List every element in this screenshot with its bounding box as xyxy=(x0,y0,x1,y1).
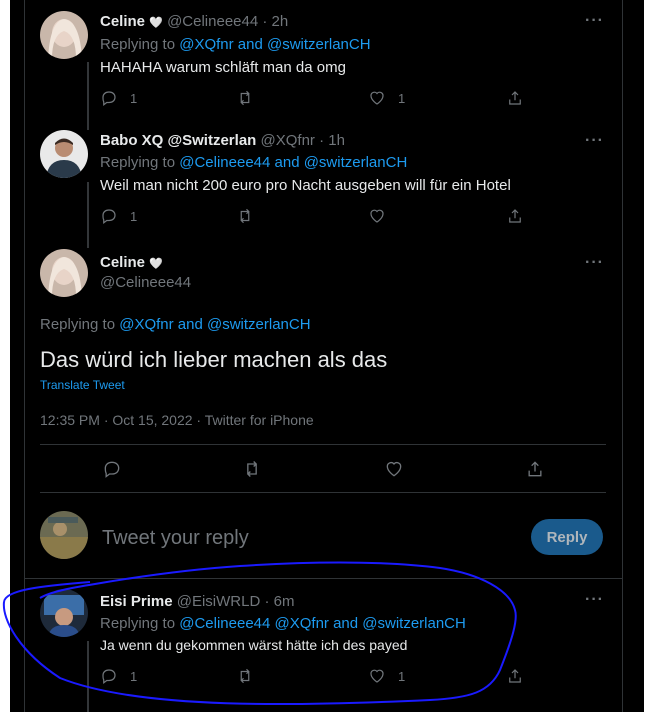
tweet-actions: 1 1 xyxy=(100,89,540,109)
thread-connector xyxy=(87,182,89,238)
tweet-babo-reply[interactable]: Babo XQ @Switzerlan @XQfnr · 1h ··· Repl… xyxy=(24,120,622,238)
divider xyxy=(40,444,606,445)
author-handle-time[interactable]: @Celineee44 · 2h xyxy=(167,13,288,30)
reply-icon xyxy=(104,461,120,478)
thread-connector xyxy=(87,120,89,130)
author-name[interactable]: Celine xyxy=(100,254,145,271)
tweet-text: HAHAHA warum schläft man da omg xyxy=(100,59,346,76)
more-icon[interactable]: ··· xyxy=(585,254,604,272)
main-tweet-text: Das würd ich lieber machen als das xyxy=(40,347,388,372)
reply-count: 1 xyxy=(130,90,138,106)
thread-connector xyxy=(87,62,89,120)
tweet-celine-reply[interactable]: Celine 🤍 @Celineee44 · 2h ··· Replying t… xyxy=(24,0,622,120)
share-icon xyxy=(509,91,521,105)
tweet-text: Weil man nicht 200 euro pro Nacht ausgeb… xyxy=(100,177,511,194)
replying-to-label: Replying to xyxy=(40,316,116,333)
more-icon[interactable]: ··· xyxy=(585,132,604,150)
retweet-action[interactable] xyxy=(236,89,254,107)
mention-links[interactable]: @Celineee44 and @switzerlanCH xyxy=(179,154,407,171)
author-handle[interactable]: @Celineee44 xyxy=(100,274,191,291)
reply-count: 1 xyxy=(130,208,138,224)
avatar[interactable] xyxy=(40,11,88,59)
column-border-right xyxy=(622,0,623,712)
mention-links[interactable]: @XQfnr and @switzerlanCH xyxy=(179,36,370,53)
replying-to-label: Replying to xyxy=(100,154,176,171)
heart-emoji-icon: 🤍 xyxy=(149,17,163,29)
tweet-actions: 1 xyxy=(100,207,540,227)
share-icon xyxy=(528,461,542,477)
heart-emoji-icon: 🤍 xyxy=(149,258,163,270)
translate-tweet-link[interactable]: Translate Tweet xyxy=(40,378,125,392)
like-icon xyxy=(370,91,384,105)
like-icon xyxy=(386,461,402,477)
author-handle-time[interactable]: @XQfnr · 1h xyxy=(261,132,345,149)
avatar[interactable] xyxy=(40,130,88,178)
reply-action[interactable] xyxy=(102,459,122,479)
retweet-icon xyxy=(240,90,250,106)
like-action[interactable]: 1 xyxy=(368,89,405,107)
author-name[interactable]: Babo XQ @Switzerlan xyxy=(100,132,256,149)
avatar[interactable] xyxy=(40,249,88,297)
reply-icon xyxy=(102,209,116,224)
replying-to-label: Replying to xyxy=(100,36,176,53)
retweet-action[interactable] xyxy=(242,459,262,479)
share-action[interactable] xyxy=(506,89,524,107)
more-icon[interactable]: ··· xyxy=(585,12,604,30)
like-action[interactable] xyxy=(368,207,386,225)
divider xyxy=(40,492,606,493)
reply-input[interactable]: Tweet your reply xyxy=(102,527,249,550)
main-tweet-actions xyxy=(102,459,552,479)
mention-links[interactable]: @XQfnr and @switzerlanCH xyxy=(119,316,310,333)
thread-connector xyxy=(87,238,89,248)
retweet-icon xyxy=(246,461,258,477)
share-action[interactable] xyxy=(506,207,524,225)
retweet-action[interactable] xyxy=(236,207,254,225)
like-count: 1 xyxy=(398,90,406,106)
like-action[interactable] xyxy=(384,459,404,479)
reply-action[interactable]: 1 xyxy=(100,89,137,107)
share-icon xyxy=(509,209,521,223)
author-name[interactable]: Celine xyxy=(100,13,145,30)
more-icon[interactable]: ··· xyxy=(585,591,604,609)
retweet-icon xyxy=(240,208,250,224)
like-icon xyxy=(370,209,384,223)
window-edge-right xyxy=(644,0,662,712)
reply-button[interactable]: Reply xyxy=(531,519,603,555)
reply-icon xyxy=(102,91,116,106)
hand-drawn-annotation-scribble xyxy=(2,561,517,706)
reply-action[interactable]: 1 xyxy=(100,207,137,225)
share-action[interactable] xyxy=(525,459,545,479)
composer-avatar[interactable] xyxy=(40,511,88,559)
tweet-timestamp[interactable]: 12:35 PM · Oct 15, 2022 · Twitter for iP… xyxy=(40,412,314,428)
